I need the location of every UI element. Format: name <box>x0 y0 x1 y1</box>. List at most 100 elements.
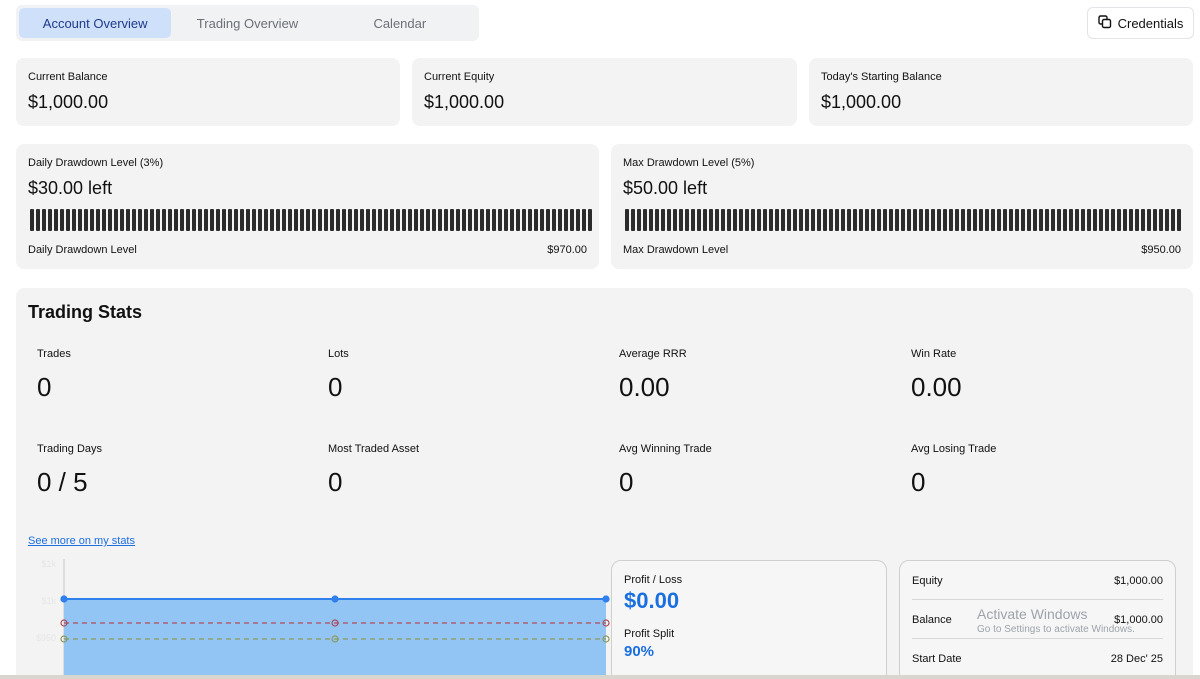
account-details-card: Equity $1,000.00 Balance $1,000.00 Start… <box>899 560 1176 679</box>
chart-y-tick-label: $1k <box>41 559 56 569</box>
max-drawdown-left: $50.00 left <box>623 178 708 198</box>
tab-account-overview[interactable]: Account Overview <box>19 8 172 38</box>
daily-drawdown-foot-value: $970.00 <box>547 244 587 256</box>
drawdown-segment <box>510 209 514 231</box>
drawdown-segment <box>408 209 412 231</box>
drawdown-segment <box>582 209 586 231</box>
drawdown-segment <box>1141 209 1145 231</box>
drawdown-segment <box>378 209 382 231</box>
drawdown-segment <box>775 209 779 231</box>
drawdown-segment <box>1087 209 1091 231</box>
drawdown-segment <box>769 209 773 231</box>
drawdown-segment <box>246 209 250 231</box>
drawdown-segment <box>985 209 989 231</box>
drawdown-segment <box>787 209 791 231</box>
drawdown-segment <box>1135 209 1139 231</box>
drawdown-segment <box>901 209 905 231</box>
drawdown-segment <box>961 209 965 231</box>
drawdown-segment <box>384 209 388 231</box>
chart-point <box>60 595 68 603</box>
drawdown-segment <box>907 209 911 231</box>
drawdown-segment <box>661 209 665 231</box>
stat-value-avg-winning-trade: 0 <box>619 467 634 497</box>
drawdown-segment <box>1123 209 1127 231</box>
drawdown-segment <box>336 209 340 231</box>
drawdown-segment <box>643 209 647 231</box>
chart-point <box>331 595 339 603</box>
drawdown-segment <box>570 209 574 231</box>
drawdown-segment <box>30 209 34 231</box>
chart-y-tick-label: $1k <box>41 596 56 606</box>
drawdown-segment <box>967 209 971 231</box>
drawdown-segment <box>198 209 202 231</box>
drawdown-segment <box>997 209 1001 231</box>
drawdown-segment <box>1069 209 1073 231</box>
current-balance-value: $1,000.00 <box>28 92 109 112</box>
drawdown-segment <box>943 209 947 231</box>
drawdown-segment <box>282 209 286 231</box>
drawdown-segment <box>294 209 298 231</box>
drawdown-segment <box>667 209 671 231</box>
tab-trading-overview[interactable]: Trading Overview <box>171 8 323 38</box>
drawdown-segment <box>979 209 983 231</box>
credentials-button[interactable]: Credentials <box>1087 7 1194 39</box>
profit-split-value: 90% <box>624 643 655 660</box>
drawdown-segment <box>1051 209 1055 231</box>
see-more-stats-link[interactable]: See more on my stats <box>28 535 135 547</box>
drawdown-segment <box>1003 209 1007 231</box>
drawdown-segment <box>937 209 941 231</box>
drawdown-segment <box>1111 209 1115 231</box>
max-drawdown-bar <box>625 209 1187 231</box>
drawdown-segment <box>450 209 454 231</box>
drawdown-segment <box>366 209 370 231</box>
drawdown-segment <box>90 209 94 231</box>
drawdown-segment <box>360 209 364 231</box>
drawdown-segment <box>793 209 797 231</box>
drawdown-segment <box>1117 209 1121 231</box>
drawdown-segment <box>54 209 58 231</box>
equity-row: Equity $1,000.00 <box>912 561 1163 600</box>
drawdown-segment <box>138 209 142 231</box>
drawdown-segment <box>192 209 196 231</box>
drawdown-segment <box>889 209 893 231</box>
drawdown-segment <box>805 209 809 231</box>
drawdown-segment <box>186 209 190 231</box>
current-equity-value: $1,000.00 <box>424 92 505 112</box>
drawdown-segment <box>973 209 977 231</box>
stat-value-win-rate: 0.00 <box>911 372 962 402</box>
drawdown-segment <box>48 209 52 231</box>
drawdown-segment <box>859 209 863 231</box>
stat-value-avg-losing-trade: 0 <box>911 467 926 497</box>
drawdown-segment <box>216 209 220 231</box>
drawdown-segment <box>210 209 214 231</box>
profit-split-label: Profit Split <box>624 628 675 640</box>
drawdown-segment <box>697 209 701 231</box>
drawdown-segment <box>739 209 743 231</box>
stat-value-lots: 0 <box>328 372 343 402</box>
drawdown-segment <box>288 209 292 231</box>
drawdown-segment <box>1099 209 1103 231</box>
stat-value-trading-days: 0 / 5 <box>37 467 88 497</box>
drawdown-segment <box>847 209 851 231</box>
drawdown-segment <box>727 209 731 231</box>
drawdown-segment <box>492 209 496 231</box>
tab-calendar[interactable]: Calendar <box>324 8 476 38</box>
drawdown-segment <box>895 209 899 231</box>
stat-label-avg-winning-trade: Avg Winning Trade <box>619 443 712 455</box>
current-equity-card: Current Equity $1,000.00 <box>412 58 797 126</box>
drawdown-segment <box>300 209 304 231</box>
drawdown-segment <box>456 209 460 231</box>
drawdown-segment <box>498 209 502 231</box>
drawdown-segment <box>625 209 629 231</box>
drawdown-segment <box>763 209 767 231</box>
drawdown-segment <box>1171 209 1175 231</box>
drawdown-segment <box>348 209 352 231</box>
stat-label-trades: Trades <box>37 348 71 360</box>
drawdown-segment <box>913 209 917 231</box>
drawdown-segment <box>396 209 400 231</box>
drawdown-segment <box>234 209 238 231</box>
drawdown-segment <box>991 209 995 231</box>
drawdown-segment <box>745 209 749 231</box>
drawdown-segment <box>949 209 953 231</box>
drawdown-segment <box>552 209 556 231</box>
